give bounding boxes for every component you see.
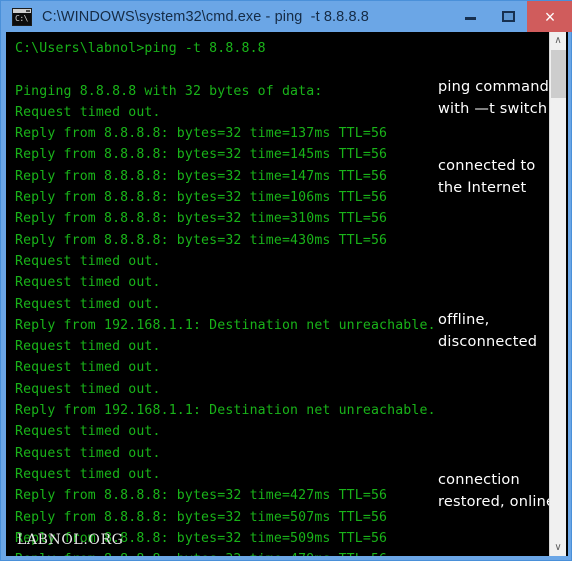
title-bar[interactable]: C:\ C:\WINDOWS\system32\cmd.exe - ping -… <box>1 1 572 32</box>
console-text: C:\Users\labnol>ping -t 8.8.8.8 Pinging … <box>15 41 436 556</box>
annotation-offline: offline, disconnected <box>438 312 538 350</box>
maximize-icon <box>501 11 515 22</box>
console-scrollbar[interactable]: ∧ ∨ <box>549 32 566 556</box>
annotation-restored: connection restored, online <box>438 472 556 510</box>
scrollbar-track[interactable] <box>550 49 566 539</box>
cmd-icon-titlebar <box>13 8 31 13</box>
cmd-window: C:\ C:\WINDOWS\system32\cmd.exe - ping -… <box>0 0 572 561</box>
window-title: C:\WINDOWS\system32\cmd.exe - ping -t 8.… <box>42 8 369 25</box>
minimize-button[interactable] <box>451 1 489 32</box>
maximize-button[interactable] <box>489 1 527 32</box>
scroll-up-icon[interactable]: ∧ <box>550 32 566 49</box>
scroll-down-icon[interactable]: ∨ <box>550 539 566 556</box>
scrollbar-thumb[interactable] <box>551 50 566 98</box>
close-icon: × <box>544 6 556 27</box>
watermark: LABNOL.ORG <box>17 532 124 548</box>
cmd-icon: C:\ <box>12 7 32 26</box>
annotation-connected: connected to the Internet <box>438 158 536 196</box>
minimize-icon <box>464 17 476 20</box>
annotation-ping-command: ping command with —t switch <box>438 79 550 117</box>
close-button[interactable]: × <box>527 1 572 32</box>
console-output-area[interactable]: C:\Users\labnol>ping -t 8.8.8.8 Pinging … <box>6 32 568 556</box>
screenshot-root: C:\ C:\WINDOWS\system32\cmd.exe - ping -… <box>0 0 572 561</box>
cmd-icon-prompt: C:\ <box>15 13 28 23</box>
window-controls: × <box>451 1 572 32</box>
